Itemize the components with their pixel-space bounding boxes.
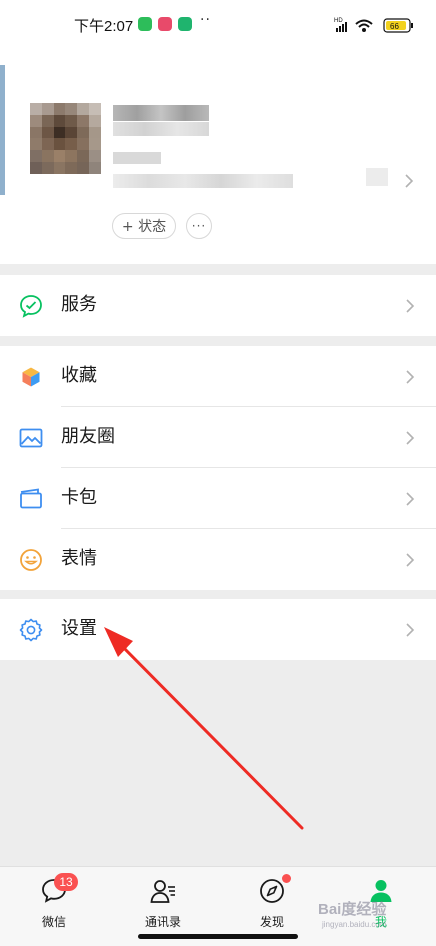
- tab-label: 发现: [259, 915, 284, 929]
- unread-badge: 13: [54, 873, 78, 891]
- chevron-right-icon: [406, 299, 415, 313]
- nickname-blurred-shadow: [113, 122, 209, 136]
- chevron-right-icon: [406, 623, 415, 637]
- add-status-button[interactable]: + 状态: [112, 213, 176, 239]
- tab-label: 微信: [41, 915, 66, 929]
- tab-contacts[interactable]: 通讯录: [123, 875, 203, 935]
- network-type-label: HD: [334, 18, 343, 24]
- tab-label: 通讯录: [144, 915, 181, 929]
- chevron-right-icon: [406, 492, 415, 506]
- menu-label-favorites: 收藏: [61, 365, 97, 386]
- new-content-dot: [282, 874, 291, 883]
- chevron-right-icon: [406, 370, 415, 384]
- chevron-right-icon: [405, 174, 414, 188]
- avatar[interactable]: [30, 103, 101, 174]
- more-notifications-icon: ··: [200, 12, 211, 28]
- wechat-notification-icon: [138, 17, 152, 31]
- menu-item-card-wallet[interactable]: 卡包: [0, 468, 436, 529]
- nickname-blurred: [113, 105, 209, 121]
- chevron-right-icon: [406, 431, 415, 445]
- watermark-url: jingyan.baidu.com: [322, 920, 387, 929]
- status-bar: 下午2:07 ·· HD 66: [0, 0, 436, 50]
- system-status-icons: HD 66: [334, 18, 413, 33]
- service-icon: [20, 295, 42, 318]
- chevron-right-icon: [406, 553, 415, 567]
- menu-label-stickers: 表情: [61, 548, 97, 569]
- discover-icon: [260, 879, 284, 903]
- menu-label-settings: 设置: [61, 618, 97, 639]
- menu-label-moments: 朋友圈: [61, 426, 115, 447]
- battery-level: 66: [390, 22, 399, 31]
- contacts-icon: [150, 880, 175, 903]
- menu-item-settings[interactable]: 设置: [0, 599, 436, 660]
- profile-header[interactable]: + 状态 ···: [0, 50, 436, 264]
- menu-item-services[interactable]: 服务: [0, 275, 436, 336]
- tab-chats[interactable]: 13 微信: [14, 873, 94, 935]
- app-notification-icon: [158, 17, 172, 31]
- menu-group-personal: 收藏 朋友圈 卡包 表情: [0, 346, 436, 590]
- menu-item-stickers[interactable]: 表情: [0, 529, 436, 590]
- menu-group-services: 服务: [0, 275, 436, 336]
- menu-item-moments[interactable]: 朋友圈: [0, 407, 436, 468]
- card-wallet-icon: [20, 488, 42, 509]
- moments-icon: [19, 428, 43, 448]
- background-strip: [0, 65, 5, 195]
- menu-label-services: 服务: [61, 294, 97, 315]
- menu-item-favorites[interactable]: 收藏: [0, 346, 436, 407]
- settings-icon: [19, 618, 43, 642]
- home-indicator[interactable]: [138, 934, 298, 939]
- shield-notification-icon: [178, 17, 192, 31]
- status-time: 下午2:07: [74, 18, 134, 35]
- menu-label-card-wallet: 卡包: [61, 487, 97, 508]
- watermark: Bai度经验: [318, 901, 387, 918]
- more-status-button[interactable]: ···: [186, 213, 212, 239]
- qr-code-icon[interactable]: [366, 168, 388, 186]
- tab-discover[interactable]: 发现: [232, 874, 312, 935]
- wechat-id-label-blurred: [113, 152, 161, 164]
- wechat-id-blurred: [113, 174, 293, 188]
- sticker-icon: [20, 549, 42, 571]
- favorites-icon: [21, 366, 41, 388]
- menu-group-settings: 设置: [0, 599, 436, 660]
